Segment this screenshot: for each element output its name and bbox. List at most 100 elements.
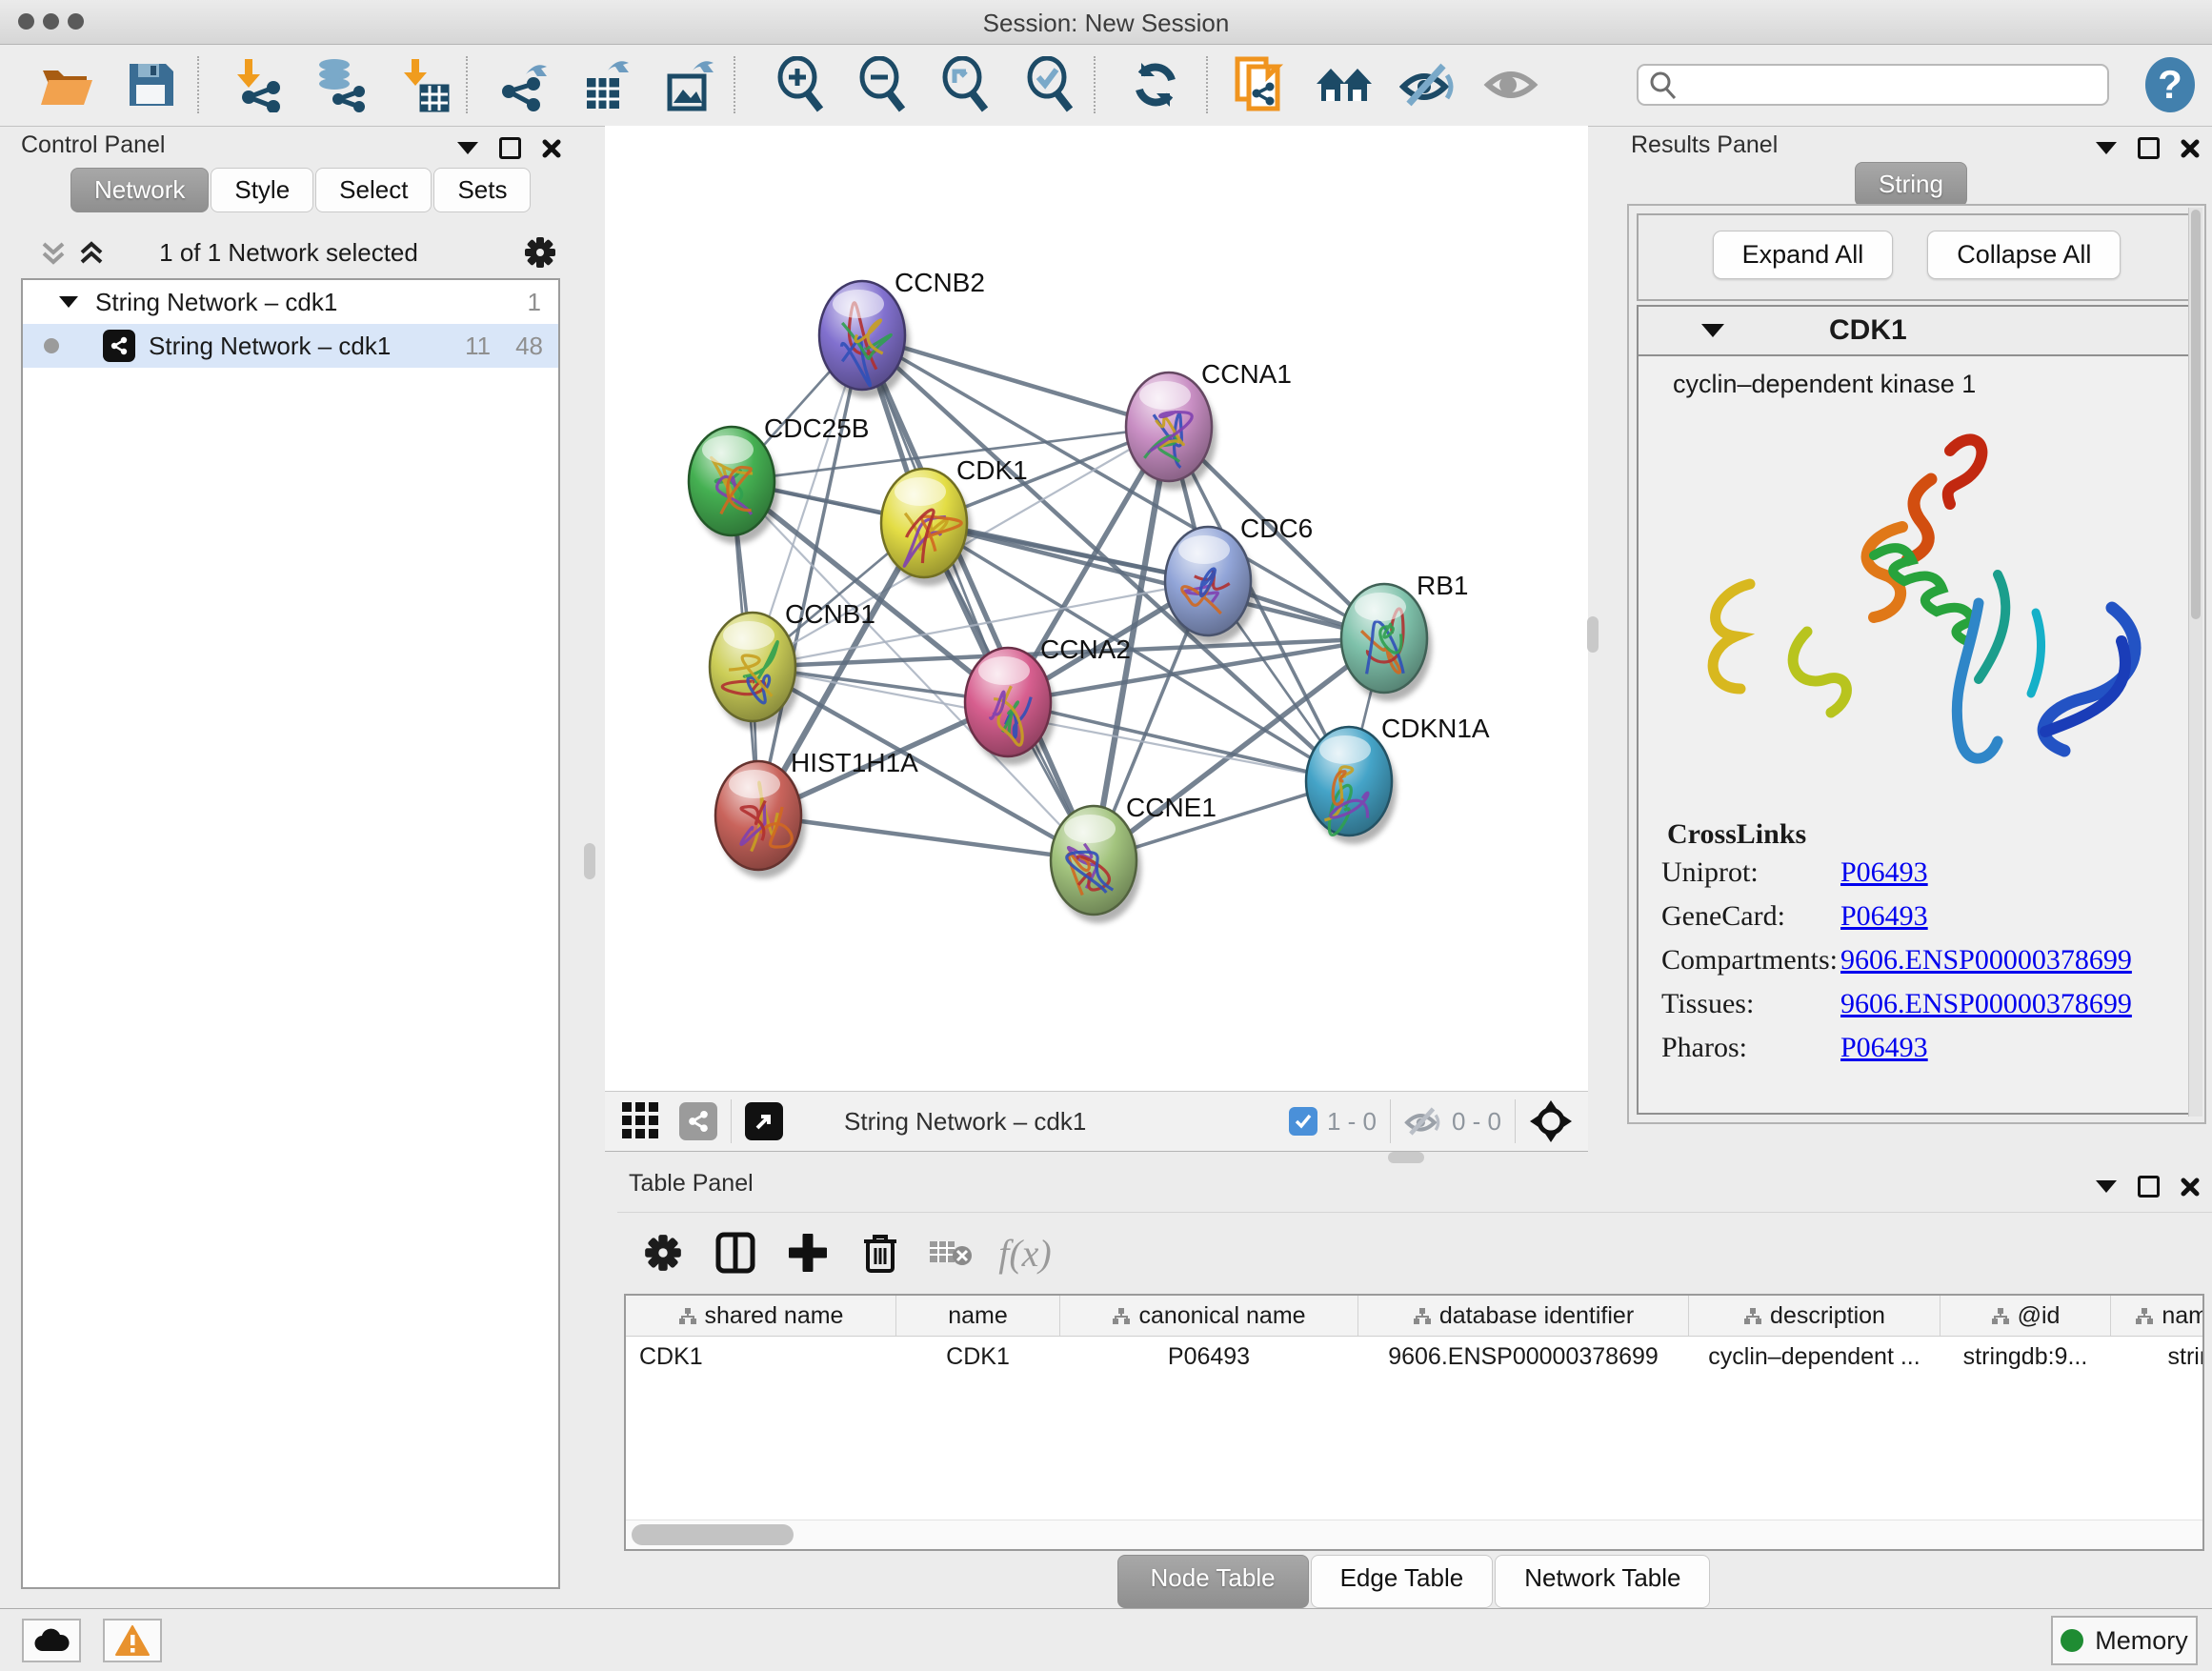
crosslink-link[interactable]: 9606.ENSP00000378699: [1840, 944, 2132, 976]
tab-string[interactable]: String: [1855, 162, 1967, 207]
table-cell[interactable]: stringdb: [2111, 1337, 2205, 1378]
float-panel-icon[interactable]: [499, 137, 521, 159]
save-session-button[interactable]: [117, 52, 184, 117]
crosslink-link[interactable]: P06493: [1840, 1032, 1928, 1064]
import-table-file-button[interactable]: [392, 52, 458, 117]
zoom-in-button[interactable]: [767, 52, 834, 117]
graph-node-CDC6[interactable]: CDC6: [1165, 513, 1313, 644]
graph-node-CCNA2[interactable]: CCNA2: [965, 634, 1131, 765]
grid-view-icon[interactable]: [620, 1100, 662, 1142]
new-network-from-selection-button[interactable]: [1226, 52, 1293, 117]
float-panel-icon[interactable]: [2138, 137, 2160, 159]
crosslink-row: Pharos:P06493: [1639, 1026, 2195, 1070]
table-splitter-handle[interactable]: [1388, 1152, 1424, 1163]
network-badge-icon[interactable]: [679, 1102, 717, 1140]
export-network-button[interactable]: [492, 52, 558, 117]
entry-expander-icon[interactable]: [1701, 324, 1724, 337]
zoom-out-button[interactable]: [849, 52, 915, 117]
table-cell[interactable]: P06493: [1060, 1337, 1358, 1378]
panel-menu-icon[interactable]: [2096, 142, 2117, 154]
cloud-button[interactable]: [22, 1619, 81, 1662]
column-header-shared-name[interactable]: shared name: [626, 1296, 896, 1337]
birdseye-crosshair-icon[interactable]: [1529, 1099, 1573, 1143]
left-splitter-handle[interactable]: [584, 843, 595, 879]
warnings-button[interactable]: [103, 1619, 162, 1662]
graph-node-CCNB2[interactable]: CCNB2: [819, 268, 985, 398]
search-input[interactable]: [1677, 70, 2081, 99]
selected-checkbox-icon[interactable]: [1289, 1107, 1317, 1136]
table-cell[interactable]: 9606.ENSP00000378699: [1358, 1337, 1689, 1378]
zoom-fit-button[interactable]: [932, 52, 998, 117]
column-header-canonical-name[interactable]: canonical name: [1060, 1296, 1358, 1337]
graph-node-CDC25B[interactable]: CDC25B: [689, 413, 869, 544]
graph-node-CCNE1[interactable]: CCNE1: [1051, 793, 1217, 923]
graph-node-CDKN1A[interactable]: CDKN1A: [1306, 714, 1490, 844]
import-network-database-button[interactable]: [305, 52, 372, 117]
graph-edge-CCNB2-CCNE1[interactable]: [862, 335, 1094, 860]
detach-view-icon[interactable]: [745, 1102, 783, 1140]
import-network-file-button[interactable]: [225, 52, 292, 117]
column-header--id[interactable]: @id: [1941, 1296, 2111, 1337]
tab-node-table[interactable]: Node Table: [1117, 1555, 1309, 1608]
crosslink-link[interactable]: P06493: [1840, 856, 1928, 889]
export-image-button[interactable]: [656, 52, 723, 117]
network-canvas[interactable]: CCNB2CCNA1CDC25BCDK1CDC6RB1CCNB1CCNA2CDK…: [605, 126, 1588, 1091]
results-scrollbar[interactable]: [2188, 208, 2202, 1117]
tab-network-table[interactable]: Network Table: [1495, 1555, 1710, 1608]
tab-sets[interactable]: Sets: [433, 168, 531, 212]
close-panel-icon[interactable]: [2181, 1178, 2200, 1197]
panel-menu-icon[interactable]: [2096, 1180, 2117, 1193]
create-column-button[interactable]: [777, 1222, 838, 1283]
refresh-button[interactable]: [1122, 52, 1189, 117]
delete-table-button[interactable]: [920, 1222, 981, 1283]
tab-edge-table[interactable]: Edge Table: [1311, 1555, 1494, 1608]
open-file-button[interactable]: [33, 52, 100, 117]
export-table-button[interactable]: [573, 52, 640, 117]
help-button[interactable]: ?: [2137, 52, 2203, 117]
collection-expander-icon[interactable]: [59, 296, 78, 308]
tab-style[interactable]: Style: [211, 168, 313, 212]
right-splitter-handle[interactable]: [1587, 616, 1599, 653]
crosslink-link[interactable]: 9606.ENSP00000378699: [1840, 988, 2132, 1020]
float-panel-icon[interactable]: [2138, 1176, 2160, 1198]
network-row[interactable]: String Network – cdk1 11 48: [23, 324, 558, 368]
tab-network[interactable]: Network: [70, 168, 209, 212]
import-network-icon: [231, 57, 285, 112]
graph-edge-HIST1H1A-CCNE1[interactable]: [758, 815, 1094, 860]
gear-icon[interactable]: [524, 236, 556, 269]
table-cell[interactable]: CDK1: [896, 1337, 1060, 1378]
function-builder-button[interactable]: f(x): [995, 1222, 1056, 1283]
table-hscrollbar[interactable]: [626, 1520, 2202, 1549]
column-header-description[interactable]: description: [1689, 1296, 1941, 1337]
network-collection-row[interactable]: String Network – cdk1 1: [23, 280, 558, 324]
graph-node-CCNA1[interactable]: CCNA1: [1126, 359, 1292, 490]
delete-column-button[interactable]: [850, 1222, 911, 1283]
graph-node-HIST1H1A[interactable]: HIST1H1A: [715, 748, 918, 878]
show-columns-button[interactable]: [705, 1222, 766, 1283]
main-toolbar: ?: [0, 45, 2212, 127]
crosslink-link[interactable]: P06493: [1840, 900, 1928, 933]
column-header-database-identifier[interactable]: database identifier: [1358, 1296, 1689, 1337]
graph-node-RB1[interactable]: RB1: [1341, 571, 1468, 701]
tab-select[interactable]: Select: [315, 168, 432, 212]
zoom-selected-button[interactable]: [1016, 52, 1083, 117]
show-all-button[interactable]: [1478, 52, 1544, 117]
cdk1-entry-header[interactable]: CDK1: [1639, 307, 2195, 356]
graph-edge-CCNA2-CDKN1A[interactable]: [1008, 702, 1349, 781]
column-header-name[interactable]: name: [896, 1296, 1060, 1337]
shared-column-icon: [678, 1307, 697, 1326]
table-options-button[interactable]: [633, 1222, 694, 1283]
table-row[interactable]: CDK1CDK1P064939606.ENSP00000378699cyclin…: [626, 1337, 2204, 1378]
table-cell[interactable]: stringdb:9...: [1941, 1337, 2111, 1378]
hide-selected-button[interactable]: [1395, 52, 1461, 117]
panel-menu-icon[interactable]: [457, 142, 478, 154]
close-panel-icon[interactable]: [542, 139, 561, 158]
column-header-namespace[interactable]: namespace: [2111, 1296, 2205, 1337]
expand-all-button[interactable]: Expand All: [1713, 231, 1894, 279]
table-cell[interactable]: cyclin–dependent ...: [1689, 1337, 1941, 1378]
table-cell[interactable]: CDK1: [626, 1337, 896, 1378]
collapse-all-button[interactable]: Collapse All: [1927, 231, 2121, 279]
memory-button[interactable]: Memory: [2051, 1616, 2198, 1665]
home-button[interactable]: [1311, 52, 1377, 117]
close-panel-icon[interactable]: [2181, 139, 2200, 158]
